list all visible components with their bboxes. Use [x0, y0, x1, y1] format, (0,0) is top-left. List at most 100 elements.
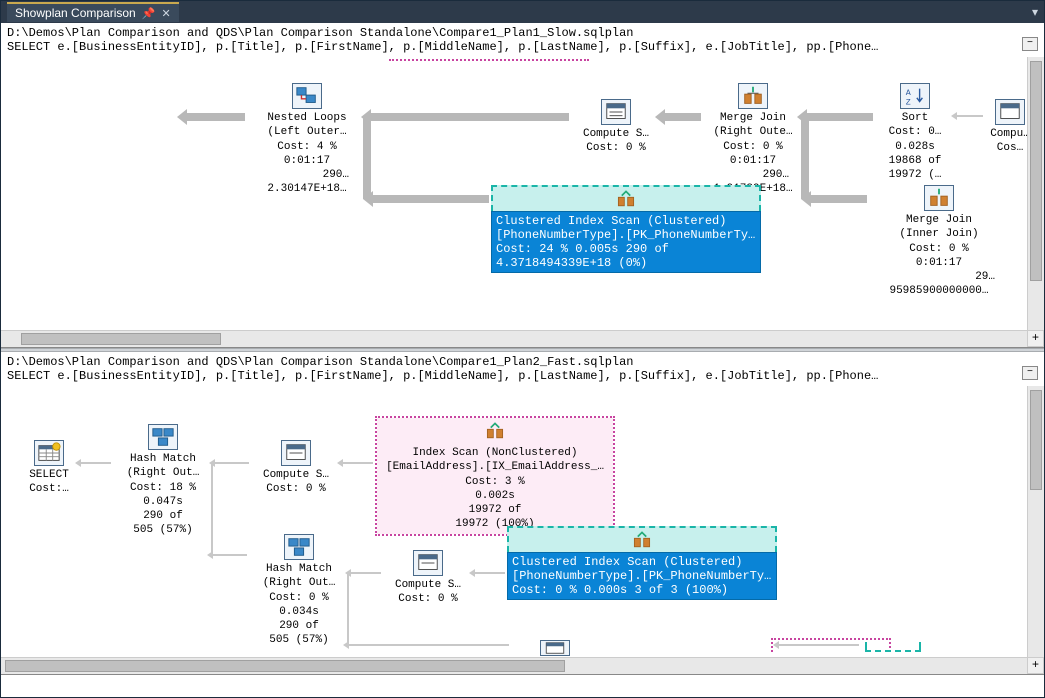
- label: Cost: 0 %: [869, 242, 1009, 256]
- scroll-thumb[interactable]: [5, 660, 565, 672]
- flow-arrow: [343, 462, 373, 464]
- index-scan-icon: [482, 420, 508, 442]
- label: 4.3718494339E+18 (0%): [496, 256, 647, 270]
- label: Compute S…: [251, 468, 341, 482]
- label: Cost: 3 %: [381, 475, 609, 489]
- flow-arrow: [81, 462, 111, 464]
- tab-title: Showplan Comparison: [15, 6, 136, 20]
- node-merge-join-inner[interactable]: Merge Join (Inner Join) Cost: 0 % 0:01:1…: [869, 185, 1009, 299]
- label: 0:01:17: [703, 154, 803, 168]
- merge-join-icon: [738, 83, 768, 109]
- flow-arrow: [215, 462, 249, 464]
- node-clustered-index-scan-highlighted[interactable]: Clustered Index Scan (Clustered) [PhoneN…: [491, 185, 761, 273]
- flow-arrow: [369, 113, 569, 121]
- label: 0.000s: [584, 583, 627, 597]
- pin-icon[interactable]: 📌: [142, 7, 156, 20]
- pane1-vertical-scrollbar[interactable]: [1027, 57, 1044, 330]
- label: Hash Match: [113, 452, 213, 466]
- label: Merge Join: [869, 213, 1009, 227]
- nested-loops-icon: [292, 83, 322, 109]
- label: 290 of: [626, 242, 669, 256]
- pane2-collapse-button[interactable]: −: [1022, 366, 1038, 380]
- highlight-body: Clustered Index Scan (Clustered) [PhoneN…: [507, 552, 777, 600]
- label: 505 (57%): [249, 633, 349, 647]
- pane1-header: D:\Demos\Plan Comparison and QDS\Plan Co…: [1, 23, 1044, 57]
- label: 290 of: [113, 509, 213, 523]
- window-dropdown-icon[interactable]: ▾: [1032, 5, 1038, 19]
- compute-scalar-icon: [281, 440, 311, 466]
- pane1-horizontal-scrollbar[interactable]: [1, 330, 1027, 347]
- window-tab[interactable]: Showplan Comparison 📌 ✕: [7, 2, 179, 22]
- label: 0.005s: [575, 242, 618, 256]
- flow-arrow: [349, 644, 509, 646]
- pane2-canvas[interactable]: SELECT Cost:… Hash Match (Right Out… Cos…: [1, 386, 1044, 674]
- scroll-thumb[interactable]: [1030, 390, 1042, 490]
- compute-scalar-icon: [601, 99, 631, 125]
- flow-arrow: [371, 195, 489, 203]
- label: Cost: 18 %: [113, 481, 213, 495]
- label: 0:01:17: [869, 256, 1009, 270]
- pane1-zoom-button[interactable]: +: [1027, 330, 1044, 347]
- label: (Left Outer…: [247, 125, 367, 139]
- label: 2.30147E+18…: [247, 182, 367, 196]
- node-select[interactable]: SELECT Cost:…: [19, 440, 79, 497]
- label: 290…: [703, 168, 803, 182]
- clustered-scan-icon-wrap: [507, 526, 777, 552]
- pane1-canvas[interactable]: Nested Loops (Left Outer… Cost: 4 % 0:01…: [1, 57, 1044, 347]
- label: Cost: 0 %: [571, 141, 661, 155]
- teal-highlight-edge: [865, 642, 921, 652]
- pane2-zoom-button[interactable]: +: [1027, 657, 1044, 674]
- select-icon: [34, 440, 64, 466]
- flow-arrow: [805, 113, 873, 121]
- node-merge-join[interactable]: Merge Join (Right Oute… Cost: 0 % 0:01:1…: [703, 83, 803, 197]
- label: Clustered Index Scan (Clustered): [512, 555, 742, 569]
- pane2-canvas-wrap: SELECT Cost:… Hash Match (Right Out… Cos…: [1, 386, 1044, 674]
- flow-arrow: [475, 572, 505, 574]
- node-hash-match[interactable]: Hash Match (Right Out… Cost: 18 % 0.047s…: [113, 424, 213, 538]
- index-scan-icon-wrap: [377, 418, 613, 444]
- label: Cost: 0 %: [249, 591, 349, 605]
- title-bar: Showplan Comparison 📌 ✕ ▾: [1, 1, 1044, 23]
- scroll-thumb[interactable]: [21, 333, 221, 345]
- label: [EmailAddress].[IX_EmailAddress_…: [381, 460, 609, 474]
- node-nested-loops[interactable]: Nested Loops (Left Outer… Cost: 4 % 0:01…: [247, 83, 367, 197]
- label: Cost: 24 %: [496, 242, 568, 256]
- compute-scalar-icon: [413, 550, 443, 576]
- node-compute-scalar[interactable]: Compute S… Cost: 0 %: [251, 440, 341, 497]
- node-clustered-index-scan-highlighted[interactable]: Clustered Index Scan (Clustered) [PhoneN…: [507, 526, 777, 600]
- compute-scalar-icon: [995, 99, 1025, 125]
- pane1-collapse-button[interactable]: −: [1022, 37, 1038, 51]
- flow-arrow-elbow: [801, 117, 809, 199]
- plan-pane-1: D:\Demos\Plan Comparison and QDS\Plan Co…: [1, 23, 1044, 348]
- node-sort[interactable]: AZ Sort Cost: 0… 0.028s 19868 of 19972 (…: [875, 83, 955, 182]
- node-partial[interactable]: [525, 640, 585, 658]
- clustered-scan-icon-wrap: [491, 185, 761, 211]
- flow-arrow: [957, 115, 983, 117]
- node-index-scan-highlighted[interactable]: Index Scan (NonClustered) [EmailAddress]…: [375, 416, 615, 536]
- label: 3 of: [634, 583, 663, 597]
- pane2-vertical-scrollbar[interactable]: [1027, 386, 1044, 657]
- highlight-body: Clustered Index Scan (Clustered) [PhoneN…: [491, 211, 761, 273]
- index-scan-icon: [629, 529, 655, 551]
- label: Hash Match: [249, 562, 349, 576]
- label: (Right Out…: [249, 576, 349, 590]
- label: 3 (100%): [670, 583, 728, 597]
- label: Merge Join: [703, 111, 803, 125]
- node-compute-scalar[interactable]: Compute S… Cost: 0 %: [383, 550, 473, 607]
- label: 0.002s: [381, 489, 609, 503]
- label: Compute S…: [383, 578, 473, 592]
- svg-text:Z: Z: [906, 98, 911, 107]
- pink-highlight-edge: [389, 57, 589, 61]
- node-compute-scalar[interactable]: Compute S… Cost: 0 %: [571, 99, 661, 156]
- scroll-thumb[interactable]: [1030, 61, 1042, 281]
- hash-match-icon: [284, 534, 314, 560]
- label: 290 of: [249, 619, 349, 633]
- merge-join-icon: [924, 185, 954, 211]
- pane1-canvas-wrap: Nested Loops (Left Outer… Cost: 4 % 0:01…: [1, 57, 1044, 347]
- label: 0.034s: [249, 605, 349, 619]
- plan-pane-2: D:\Demos\Plan Comparison and QDS\Plan Co…: [1, 352, 1044, 675]
- node-hash-match[interactable]: Hash Match (Right Out… Cost: 0 % 0.034s …: [249, 534, 349, 648]
- close-icon[interactable]: ✕: [161, 7, 170, 20]
- flow-arrow-elbow: [211, 463, 213, 556]
- pane2-horizontal-scrollbar[interactable]: [1, 657, 1027, 674]
